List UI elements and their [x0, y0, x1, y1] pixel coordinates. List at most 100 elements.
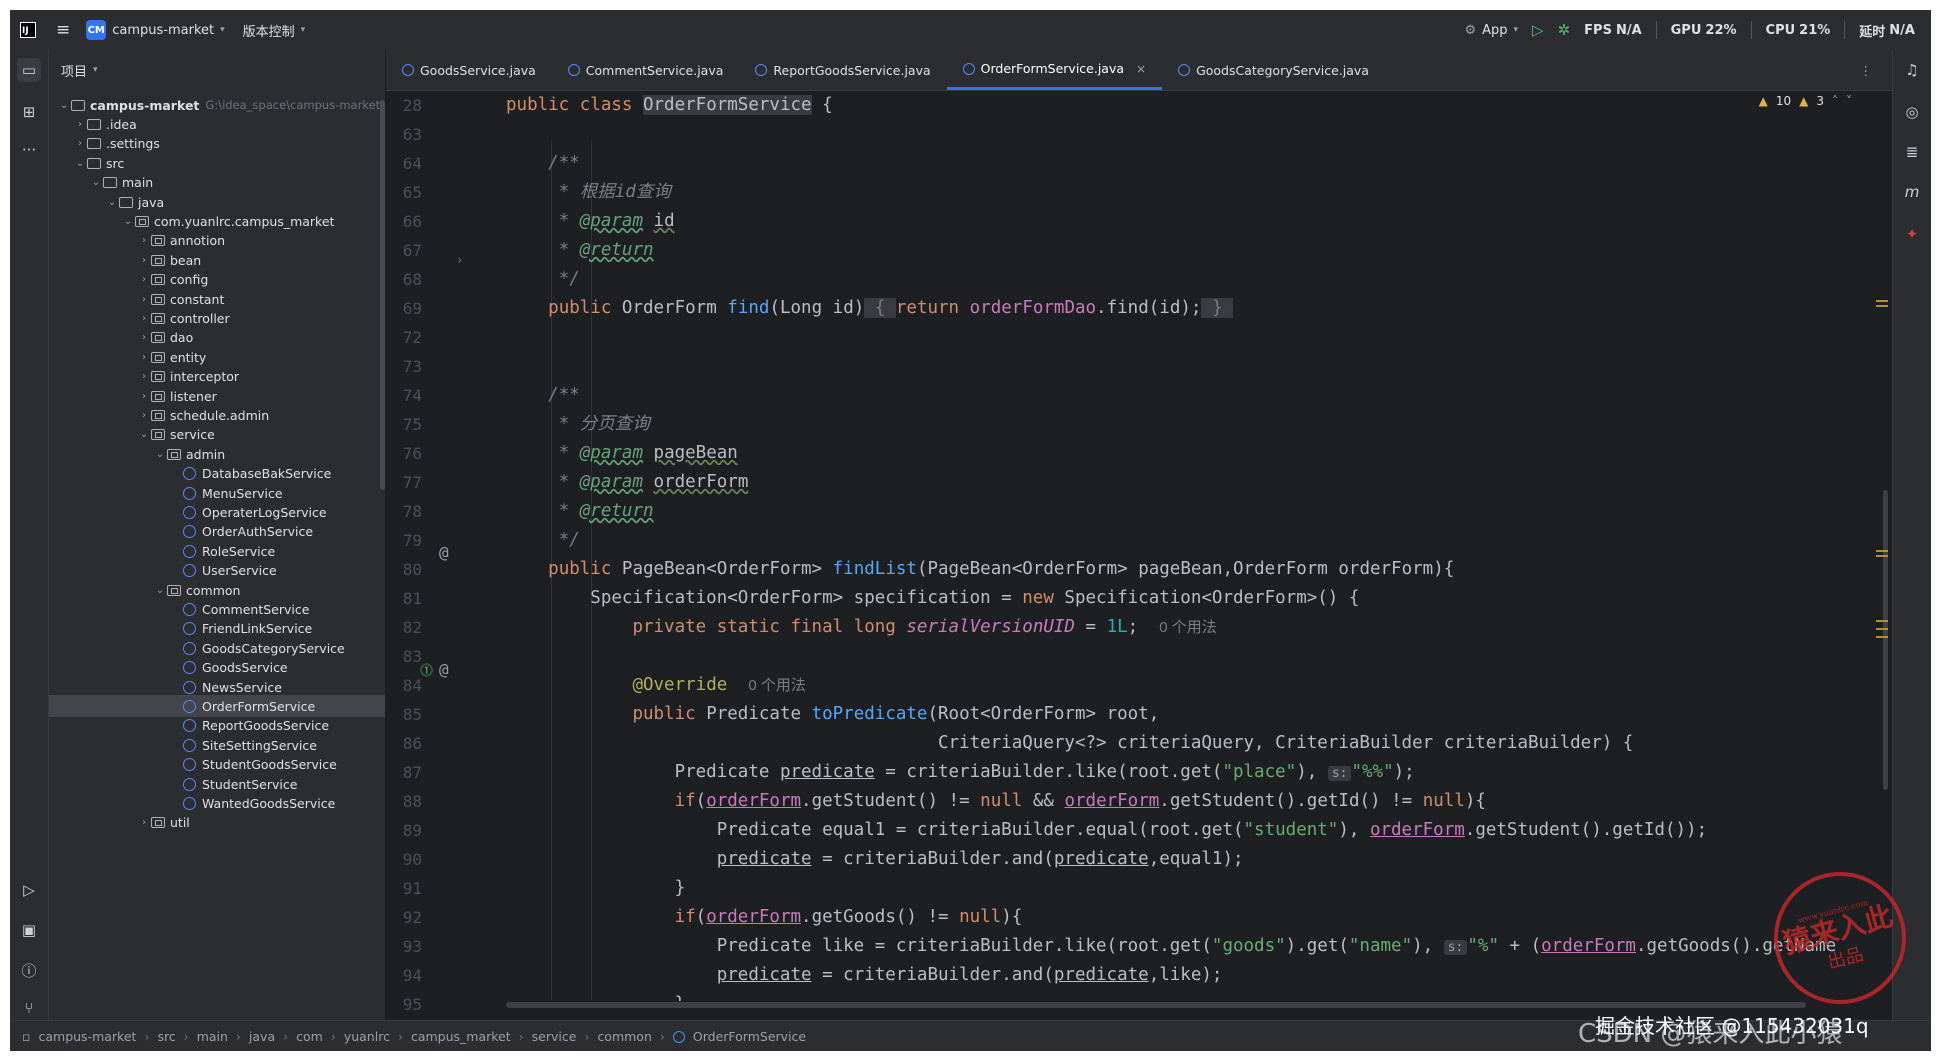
breadcrumb-item[interactable]: OrderFormService — [693, 1029, 806, 1044]
project-switcher[interactable]: CM campus-market ▾ — [86, 20, 225, 40]
terminal-tool-icon[interactable]: ▣ — [17, 918, 41, 942]
fps-value: N/A — [1615, 22, 1642, 38]
class-icon — [402, 64, 414, 76]
main-menu-icon[interactable]: ≡ — [56, 20, 70, 40]
breadcrumb-item[interactable]: common — [597, 1029, 651, 1044]
project-scrollbar[interactable] — [380, 100, 385, 490]
package-icon — [151, 293, 165, 305]
gpu-label: GPU — [1670, 22, 1702, 38]
warning-stripe-mark[interactable] — [1876, 620, 1888, 622]
breadcrumb-item[interactable]: campus-market — [38, 1029, 136, 1044]
class-icon — [183, 467, 196, 481]
code-line: */ — [548, 530, 580, 550]
warning-stripe-mark[interactable] — [1876, 550, 1888, 552]
notifications-icon[interactable]: ♫ — [1900, 58, 1924, 82]
run-icon[interactable]: ▷ — [1532, 21, 1544, 39]
line-number: 86 — [402, 734, 422, 753]
chevron-down-icon[interactable]: ⌄ — [121, 216, 135, 227]
chevron-down-icon[interactable]: ⌄ — [137, 429, 151, 440]
close-icon[interactable]: × — [1136, 62, 1146, 76]
warning-stripe-mark[interactable] — [1876, 300, 1888, 302]
implements-icon[interactable]: @ — [439, 543, 449, 562]
chevron-down-icon[interactable]: ⌄ — [89, 177, 103, 188]
chevron-down-icon[interactable]: ⌄ — [73, 158, 87, 169]
usage-hint[interactable]: 0 个用法 — [1159, 619, 1217, 636]
vcs-widget[interactable]: 版本控制 ▾ — [243, 21, 306, 40]
project-tool-icon[interactable]: ▭ — [17, 58, 41, 82]
app-logo[interactable]: IJ — [20, 22, 36, 38]
chevron-right-icon[interactable]: › — [137, 313, 151, 324]
project-panel-header[interactable]: 项目 ▾ — [49, 50, 385, 90]
editor-tab[interactable]: CommentService.java — [552, 50, 740, 90]
comment-find: 根据id查询 — [579, 182, 671, 202]
chevron-right-icon[interactable]: › — [137, 817, 151, 828]
breadcrumb-item[interactable]: com — [296, 1029, 323, 1044]
chevron-right-icon[interactable]: › — [137, 371, 151, 382]
problems-tool-icon[interactable]: ⓘ — [17, 958, 41, 982]
tab-menu-icon[interactable]: ⋮ — [1860, 63, 1873, 78]
chevron-right-icon[interactable]: › — [137, 235, 151, 246]
tree-item-label: RoleService — [202, 543, 276, 559]
debug-icon[interactable]: ✲ — [1558, 21, 1571, 39]
comment-findlist: 分页查询 — [579, 414, 650, 434]
vertical-scrollbar[interactable] — [1883, 490, 1888, 790]
plugin-icon[interactable]: ✦ — [1900, 222, 1924, 246]
tree-item-label: FriendLinkService — [202, 621, 313, 637]
chevron-down-icon[interactable]: ⌄ — [57, 100, 71, 111]
code-line: * @param pageBean — [548, 443, 738, 463]
chevron-down-icon[interactable]: ⌄ — [153, 449, 167, 460]
package-icon — [151, 312, 165, 324]
class-icon — [183, 544, 196, 558]
breadcrumb-item[interactable]: java — [249, 1029, 275, 1044]
database-icon[interactable]: ≣ — [1900, 140, 1924, 164]
services-tool-icon[interactable]: ▷ — [17, 878, 41, 902]
line-number: 83 — [402, 647, 422, 666]
horizontal-scrollbar[interactable] — [506, 1002, 1806, 1008]
maven-icon[interactable]: m — [1900, 180, 1924, 204]
editor-tab[interactable]: GoodsService.java — [386, 50, 552, 90]
class-icon — [183, 661, 196, 675]
warning-stripe-mark[interactable] — [1876, 636, 1888, 638]
fold-arrow-icon[interactable]: › — [456, 253, 463, 267]
warning-stripe-mark[interactable] — [1876, 628, 1888, 630]
chevron-right-icon[interactable]: › — [137, 274, 151, 285]
editor-tab[interactable]: GoodsCategoryService.java — [1162, 50, 1385, 90]
chevron-right-icon[interactable]: › — [137, 410, 151, 421]
editor-tab[interactable]: OrderFormService.java × — [946, 50, 1163, 90]
implements-icon[interactable]: @ — [439, 660, 449, 679]
ai-assistant-icon[interactable]: ◎ — [1900, 100, 1924, 124]
line-number-gutter: › @ ⓵ @ 28 63 64 65 66 67 68 69 72 73 74 75 76 77 78 79… — [386, 91, 466, 1014]
tree-item-label: constant — [170, 291, 225, 307]
breadcrumb-item[interactable]: main — [197, 1029, 228, 1044]
run-config-selector[interactable]: ⚙ App ▾ — [1464, 23, 1518, 38]
breadcrumb-item[interactable]: campus_market — [411, 1029, 511, 1044]
code-view[interactable]: public class OrderFormService { /** * 根据… — [506, 91, 1886, 1001]
breadcrumb-item[interactable]: yuanlrc — [344, 1029, 390, 1044]
structure-tool-icon[interactable]: ⊞ — [17, 100, 41, 124]
class-icon — [755, 64, 768, 76]
tree-item-label: StudentService — [202, 776, 298, 792]
chevron-right-icon[interactable]: › — [137, 391, 151, 402]
warning-stripe-mark[interactable] — [1876, 555, 1888, 557]
chevron-right-icon[interactable]: › — [137, 352, 151, 363]
more-tools-icon[interactable]: ··· — [17, 138, 41, 162]
chevron-down-icon[interactable]: ⌄ — [153, 585, 167, 596]
chevron-down-icon[interactable]: ⌄ — [105, 197, 119, 208]
project-badge: CM — [86, 20, 107, 40]
warning-stripe-mark[interactable] — [1876, 305, 1888, 307]
usage-hint[interactable]: 0 个用法 — [748, 677, 806, 694]
chevron-right-icon[interactable]: › — [73, 138, 87, 149]
tree-item-label: OrderFormService — [202, 698, 316, 714]
class-icon — [183, 777, 196, 791]
chevron-right-icon[interactable]: › — [73, 119, 87, 130]
tree-folder-item[interactable]: › util — [49, 812, 385, 834]
editor-tab[interactable]: ReportGoodsService.java — [739, 50, 946, 90]
git-tool-icon[interactable]: ⑂ — [17, 996, 41, 1020]
tree-item-label: main — [122, 175, 154, 191]
breadcrumb-item[interactable]: src — [157, 1029, 175, 1044]
chevron-right-icon[interactable]: › — [137, 294, 151, 305]
chevron-right-icon[interactable]: › — [137, 332, 151, 343]
breadcrumb-item[interactable]: service — [532, 1029, 577, 1044]
chevron-right-icon[interactable]: › — [137, 255, 151, 266]
tree-item-label: SiteSettingService — [202, 737, 317, 753]
